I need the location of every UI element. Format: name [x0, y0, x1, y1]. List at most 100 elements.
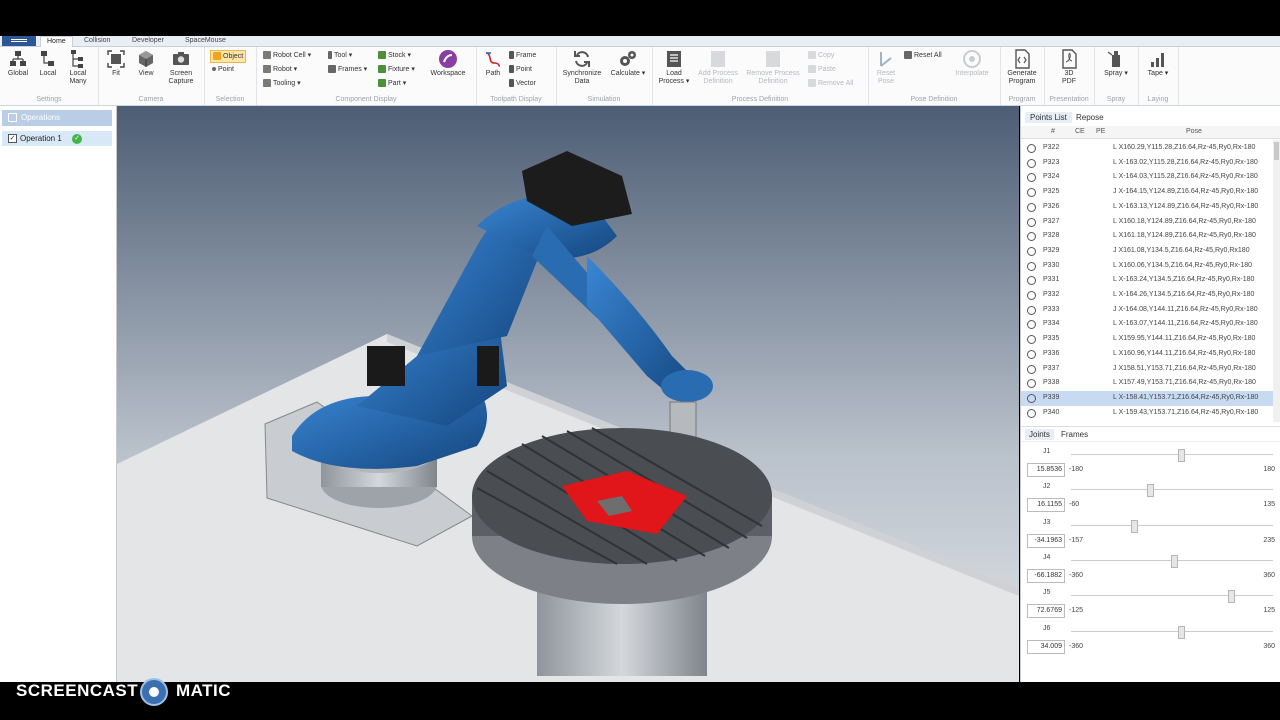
point-row[interactable]: P333 J X-164.08,Y144.11,Z16.64,Rz-45,Ry0,… — [1021, 303, 1273, 318]
point-row[interactable]: P337 J X158.51,Y153.71,Z16.64,Rz-45,Ry0,R… — [1021, 362, 1273, 377]
point-radio[interactable] — [1027, 408, 1036, 418]
view-button[interactable]: View — [133, 49, 159, 78]
tab-developer[interactable]: Developer — [126, 36, 170, 46]
joint-slider-thumb[interactable] — [1146, 484, 1154, 498]
point-radio[interactable] — [1027, 144, 1036, 153]
joint-slider-track[interactable] — [1071, 630, 1273, 632]
global-button[interactable]: Global — [4, 49, 32, 78]
joint-slider-track[interactable] — [1071, 454, 1273, 455]
generate-program-button[interactable]: Generate Program — [1002, 49, 1042, 86]
joint-value-input[interactable]: -34.1963 — [1027, 533, 1065, 548]
tab-home[interactable]: Home — [40, 36, 73, 47]
vector-toggle[interactable]: Vector — [509, 78, 536, 89]
point-row[interactable]: P340 L X-159.43,Y153.71,Z16.64,Rz-45,Ry0,… — [1021, 406, 1273, 421]
interpolate-button[interactable]: Interpolate — [948, 49, 996, 78]
joint-value-input[interactable]: -66.1882 — [1027, 568, 1065, 583]
3d-pdf-button[interactable]: 3D PDF — [1054, 49, 1084, 86]
joint-value-input[interactable]: 15.8536 — [1027, 463, 1065, 477]
tab-frames[interactable]: Frames — [1057, 429, 1092, 440]
point-radio[interactable] — [1027, 335, 1036, 345]
point-row[interactable]: P339 L X-158.41,Y153.71,Z16.64,Rz-45,Ry0,… — [1021, 390, 1273, 406]
synchronize-data-button[interactable]: Synchronize Data — [558, 49, 606, 86]
local-many-button[interactable]: Local Many — [64, 49, 92, 86]
point-radio[interactable] — [1027, 173, 1036, 183]
point-radio[interactable] — [1027, 217, 1036, 227]
spray-button[interactable]: Spray ▾ — [1102, 49, 1130, 78]
fixture-toggle[interactable]: Fixture ▾ — [378, 64, 415, 75]
joint-slider-thumb[interactable] — [1170, 554, 1178, 568]
point-row[interactable]: P325 J X-164.15,Y124.89,Z16.64,Rz-45,Ry0,… — [1021, 185, 1273, 200]
scrollbar-thumb[interactable] — [1274, 142, 1279, 160]
point-row[interactable]: P326 L X-163.13,Y124.89,Z16.64,Rz-45,Ry0,… — [1021, 200, 1273, 215]
point-radio[interactable] — [1027, 393, 1036, 403]
point-radio[interactable] — [1027, 202, 1036, 212]
point-row[interactable]: P322 L X160.29,Y115.28,Z16.64,Rz-45,Ry0,R… — [1021, 141, 1273, 156]
point-radio[interactable] — [1027, 349, 1036, 359]
joint-value-input[interactable]: 16.1155 — [1027, 498, 1065, 513]
tape-button[interactable]: Tape ▾ — [1144, 49, 1172, 78]
point-toggle[interactable]: Point — [509, 64, 532, 75]
paste-button[interactable]: Paste — [808, 64, 836, 75]
joint-value-input[interactable]: 34.009 — [1027, 639, 1065, 654]
point-row[interactable]: P328 L X161.18,Y124.89,Z16.64,Rz-45,Ry0,R… — [1021, 229, 1273, 244]
3d-viewport[interactable] — [117, 106, 1019, 682]
path-button[interactable]: Path — [480, 49, 506, 78]
reset-all-button[interactable]: Reset All — [904, 50, 942, 61]
point-radio[interactable] — [1027, 320, 1036, 330]
point-row[interactable]: P336 L X160.96,Y144.11,Z16.64,Rz-45,Ry0,R… — [1021, 347, 1273, 362]
joint-slider-thumb[interactable] — [1227, 590, 1235, 604]
screen-capture-button[interactable]: Screen Capture — [164, 49, 198, 86]
add-process-definition-button[interactable]: Add Process Definition — [694, 49, 742, 86]
point-row[interactable]: P335 L X159.95,Y144.11,Z16.64,Rz-45,Ry0,R… — [1021, 332, 1273, 347]
point-row[interactable]: P329 J X161.08,Y134.5,Z16.64,Rz-45,Ry0,Rx… — [1021, 244, 1273, 259]
load-process-button[interactable]: Load Process ▾ — [654, 49, 694, 86]
point-row[interactable]: P332 L X-164.26,Y134.5,Z16.64,Rz-45,Ry0,R… — [1021, 288, 1273, 303]
robot-toggle[interactable]: Robot ▾ — [263, 64, 297, 75]
select-point-button[interactable]: Point — [212, 64, 234, 75]
frame-toggle[interactable]: Frame — [509, 50, 536, 61]
point-radio[interactable] — [1027, 158, 1036, 168]
point-radio[interactable] — [1027, 188, 1036, 198]
stock-toggle[interactable]: Stock ▾ — [378, 50, 411, 61]
joint-slider-track[interactable] — [1071, 524, 1273, 526]
calculate-button[interactable]: Calculate ▾ — [608, 49, 648, 78]
tab-joints[interactable]: Joints — [1025, 429, 1054, 440]
tab-spacemouse[interactable]: SpaceMouse — [179, 36, 232, 46]
point-radio[interactable] — [1027, 379, 1036, 389]
fit-button[interactable]: Fit — [104, 49, 128, 78]
tool-toggle[interactable]: Tool ▾ — [328, 50, 352, 61]
point-radio[interactable] — [1027, 276, 1036, 286]
operation-checkbox[interactable]: ✓ — [8, 134, 17, 144]
joint-slider-thumb[interactable] — [1131, 519, 1139, 533]
remove-process-definition-button[interactable]: Remove Process Definition — [744, 49, 802, 86]
workspace-button[interactable]: Workspace — [426, 49, 470, 78]
joint-slider-thumb[interactable] — [1178, 625, 1186, 639]
local-button[interactable]: Local — [35, 49, 61, 78]
tooling-toggle[interactable]: Tooling ▾ — [263, 78, 301, 89]
point-row[interactable]: P331 L X-163.24,Y134.5,Z16.64,Rz-45,Ry0,R… — [1021, 273, 1273, 288]
point-row[interactable]: P323 L X-163.02,Y115.28,Z16.64,Rz-45,Ry0,… — [1021, 156, 1273, 171]
reset-pose-button[interactable]: Reset Pose — [872, 49, 900, 86]
operation-item[interactable]: ✓ Operation 1 ✓ — [2, 131, 112, 146]
tab-points-list[interactable]: Points List — [1025, 112, 1072, 123]
select-object-button[interactable]: Object — [210, 50, 247, 63]
point-radio[interactable] — [1027, 232, 1036, 242]
part-toggle[interactable]: Part ▾ — [378, 78, 406, 89]
point-row[interactable]: P334 L X-163.07,Y144.11,Z16.64,Rz-45,Ry0,… — [1021, 317, 1273, 332]
joint-slider-track[interactable] — [1071, 489, 1273, 491]
point-radio[interactable] — [1027, 364, 1036, 374]
operations-checkbox[interactable] — [8, 113, 17, 123]
point-row[interactable]: P327 L X160.18,Y124.89,Z16.64,Rz-45,Ry0,R… — [1021, 215, 1273, 230]
file-menu-button[interactable] — [2, 36, 36, 46]
copy-button[interactable]: Copy — [808, 50, 834, 61]
point-row[interactable]: P330 L X160.06,Y134.5,Z16.64,Rz-45,Ry0,Rx… — [1021, 259, 1273, 274]
operations-header[interactable]: Operations — [2, 110, 112, 126]
robot-cell-toggle[interactable]: Robot Cell ▾ — [263, 50, 311, 61]
point-radio[interactable] — [1027, 246, 1036, 256]
remove-all-button[interactable]: Remove All — [808, 78, 853, 89]
point-radio[interactable] — [1027, 261, 1036, 271]
point-row[interactable]: P338 L X157.49,Y153.71,Z16.64,Rz-45,Ry0,R… — [1021, 376, 1273, 391]
joint-slider-track[interactable] — [1071, 595, 1273, 597]
point-radio[interactable] — [1027, 291, 1036, 300]
point-radio[interactable] — [1027, 305, 1036, 315]
